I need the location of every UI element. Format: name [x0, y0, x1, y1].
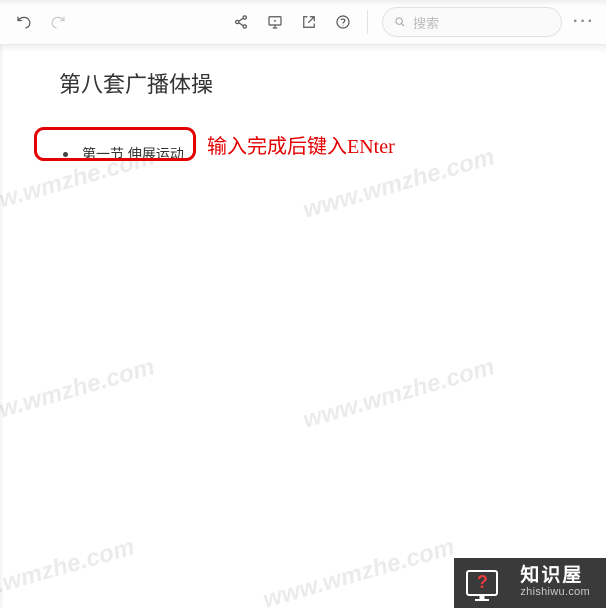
- search-input[interactable]: 搜索: [382, 7, 562, 37]
- help-button[interactable]: [327, 6, 359, 38]
- search-placeholder: 搜索: [413, 13, 551, 32]
- brand-text: 知识屋 zhishiwu.com: [510, 558, 606, 608]
- bullet-icon: [63, 152, 68, 157]
- presentation-icon: [266, 13, 284, 31]
- brand-name-en: zhishiwu.com: [520, 586, 590, 599]
- brand-badge: ? 知识屋 zhishiwu.com: [454, 558, 606, 608]
- open-external-button[interactable]: [293, 6, 325, 38]
- toolbar-divider: [367, 10, 368, 34]
- undo-icon: [15, 13, 33, 31]
- page-title[interactable]: 第八套广播体操: [59, 67, 576, 99]
- more-button[interactable]: ···: [568, 6, 600, 38]
- brand-icon-wrap: ?: [454, 558, 510, 608]
- toolbar: 搜索 ···: [0, 0, 606, 44]
- open-external-icon: [300, 13, 318, 31]
- question-mark: ?: [477, 573, 488, 591]
- monitor-icon: ?: [466, 570, 498, 596]
- search-icon: [393, 15, 407, 29]
- share-button[interactable]: [225, 6, 257, 38]
- list-item-text: 第一节 伸展运动: [82, 143, 184, 165]
- redo-icon: [49, 13, 67, 31]
- share-icon: [232, 13, 250, 31]
- more-icon: ···: [573, 13, 595, 31]
- presentation-button[interactable]: [259, 6, 291, 38]
- undo-button[interactable]: [8, 6, 40, 38]
- help-icon: [334, 13, 352, 31]
- brand-name-cn: 知识屋: [520, 566, 590, 586]
- redo-button[interactable]: [42, 6, 74, 38]
- annotation-text: 输入完成后键入ENter: [207, 130, 395, 159]
